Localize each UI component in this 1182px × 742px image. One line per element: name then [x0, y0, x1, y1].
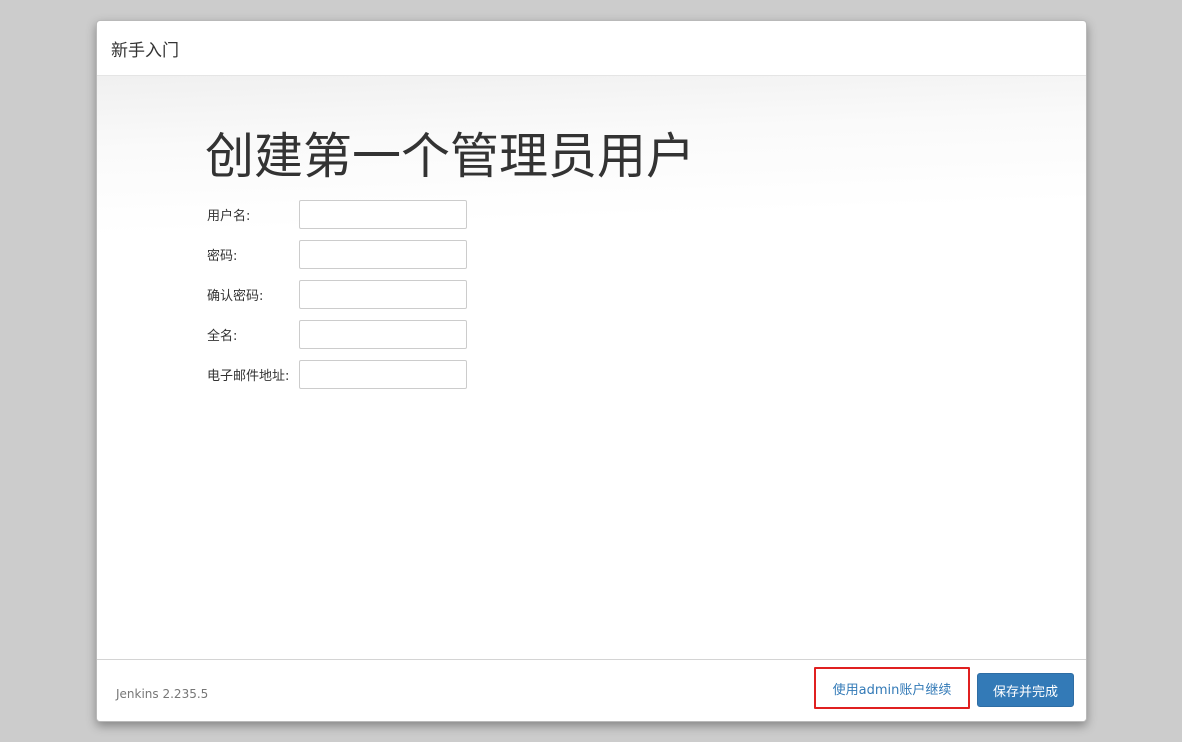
fullname-input[interactable]	[299, 319, 467, 349]
dialog-body: 创建第一个管理员用户 用户名: 密码: 确认密码: 全名: 电子邮件地址:	[97, 76, 1086, 659]
page-title: 创建第一个管理员用户	[205, 128, 696, 185]
dialog-title: 新手入门	[111, 40, 179, 61]
highlight-box: 使用admin账户继续	[814, 667, 970, 709]
confirm-password-row: 确认密码:	[207, 274, 467, 314]
username-row: 用户名:	[207, 194, 467, 234]
password-input[interactable]	[299, 239, 467, 269]
confirm-password-input[interactable]	[299, 279, 467, 309]
password-label: 密码:	[207, 248, 238, 264]
email-input[interactable]	[299, 359, 467, 389]
confirm-password-label: 确认密码:	[207, 288, 264, 304]
version-label: Jenkins 2.235.5	[116, 687, 209, 701]
email-label: 电子邮件地址:	[207, 368, 290, 384]
save-and-finish-button[interactable]: 保存并完成	[977, 673, 1074, 707]
password-row: 密码:	[207, 234, 467, 274]
continue-as-admin-button[interactable]: 使用admin账户继续	[833, 679, 952, 698]
fullname-label: 全名:	[207, 328, 238, 344]
email-row: 电子邮件地址:	[207, 354, 467, 394]
dialog-footer: Jenkins 2.235.5 使用admin账户继续 保存并完成	[97, 659, 1086, 721]
username-label: 用户名:	[207, 208, 251, 224]
username-input[interactable]	[299, 199, 467, 229]
admin-user-form: 用户名: 密码: 确认密码: 全名: 电子邮件地址:	[207, 194, 467, 394]
dialog-header: 新手入门	[97, 21, 1086, 76]
fullname-row: 全名:	[207, 314, 467, 354]
setup-dialog: 新手入门 创建第一个管理员用户 用户名: 密码: 确认密码: 全名: 电子邮件地…	[96, 20, 1087, 722]
